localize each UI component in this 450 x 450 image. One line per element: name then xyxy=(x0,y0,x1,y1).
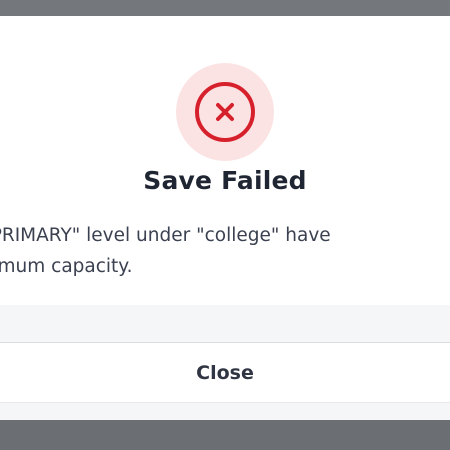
error-icon-container xyxy=(176,63,274,161)
dialog-message-line-1: Applications for "PRIMARY" level under "… xyxy=(0,225,331,246)
dialog-message-line-2: reached the maximum capacity. xyxy=(0,256,133,277)
dialog-message: Applications for "PRIMARY" level under "… xyxy=(0,220,450,282)
error-x-circle-icon xyxy=(195,82,255,142)
error-dialog: Save Failed Applications for "PRIMARY" l… xyxy=(0,16,450,420)
dialog-title: Save Failed xyxy=(143,166,307,195)
backdrop-bottom xyxy=(0,420,450,450)
close-button[interactable]: Close xyxy=(0,342,450,403)
